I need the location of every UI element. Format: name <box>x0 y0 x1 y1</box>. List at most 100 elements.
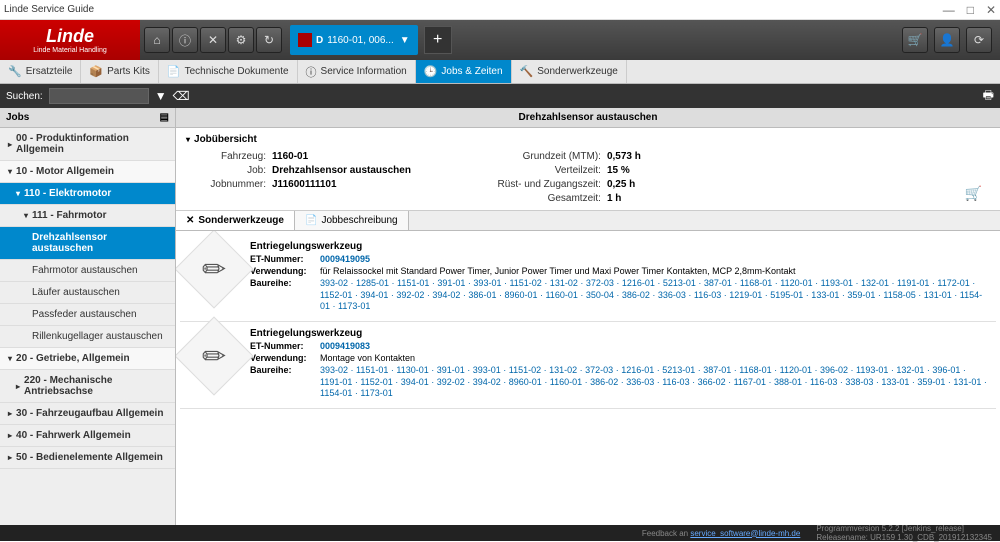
tree-item[interactable]: Passfeder austauschen <box>0 304 175 326</box>
tool-name: Entriegelungswerkzeug <box>250 241 990 252</box>
content-title: Drehzahlsensor austauschen <box>176 108 1000 128</box>
clear-icon[interactable]: ⌫ <box>173 89 190 103</box>
overview-row: Fahrzeug:1160-01 <box>186 151 411 162</box>
tool-name: Entriegelungswerkzeug <box>250 328 990 339</box>
et-number[interactable]: 0009419095 <box>320 254 990 264</box>
job-tree: ▸00 - Produktinformation Allgemein▾10 - … <box>0 128 175 469</box>
tools-list: ✎ Entriegelungswerkzeug ET-Nummer:000941… <box>176 231 1000 525</box>
overview-row: Verteilzeit:15 % <box>471 165 641 176</box>
tree-item[interactable]: ▸40 - Fahrwerk Allgemein <box>0 425 175 447</box>
info-icon: ⓘ <box>306 64 317 80</box>
clock-icon: 🕒 <box>424 65 438 78</box>
sidebar-header: Jobs ▤ <box>0 108 175 128</box>
overview-right: Grundzeit (MTM):0,573 h Verteilzeit:15 % R… <box>471 151 641 204</box>
settings-icon[interactable]: ⚙ <box>228 27 254 53</box>
tab-partskits[interactable]: 📦Parts Kits <box>81 60 159 83</box>
expand-icon: ▸ <box>8 431 12 440</box>
statusbar: Feedback an service_software@linde-mh.de… <box>0 525 1000 541</box>
home-icon[interactable]: ⌂ <box>144 27 170 53</box>
window-title: Linde Service Guide <box>4 4 94 15</box>
tab-docs[interactable]: 📄Technische Dokumente <box>159 60 298 83</box>
overview-row: Rüst- und Zugangszeit:0,25 h <box>471 179 641 190</box>
expand-icon: ▸ <box>8 453 12 462</box>
tool-icon: ✕ <box>186 215 194 226</box>
tool-item: ✎ Entriegelungswerkzeug ET-Nummer:000941… <box>180 235 996 322</box>
tree-item[interactable]: ▸220 - Mechanische Antriebsachse <box>0 370 175 403</box>
doc-icon: 📄 <box>305 215 317 226</box>
expand-icon: ▸ <box>16 382 20 391</box>
refresh-icon[interactable]: ↻ <box>256 27 282 53</box>
tree-item[interactable]: ▾111 - Fahrmotor <box>0 205 175 227</box>
header-right: 🛒 👤 ⟳ <box>902 27 1000 53</box>
subtab-description[interactable]: 📄Jobbeschreibung <box>295 211 409 230</box>
tool-icon: 🔨 <box>520 65 534 78</box>
tool-item: ✎ Entriegelungswerkzeug ET-Nummer:000941… <box>180 322 996 409</box>
chevron-down-icon: ▼ <box>400 35 410 46</box>
tab-specialtools[interactable]: 🔨Sonderwerkzeuge <box>512 60 627 83</box>
overview-header[interactable]: ▾Jobübersicht <box>186 134 990 145</box>
tree-item[interactable]: Läufer austauschen <box>0 282 175 304</box>
tab-jobs[interactable]: 🕒Jobs & Zeiten <box>416 60 512 83</box>
print-icon[interactable]: 🖶 <box>983 86 994 107</box>
tool-image: ✎ <box>176 316 254 395</box>
tree-item[interactable]: Drehzahlsensor austauschen <box>0 227 175 260</box>
close-icon[interactable]: ✕ <box>986 3 996 17</box>
module-tabs: 🔧Ersatzteile 📦Parts Kits 📄Technische Dok… <box>0 60 1000 84</box>
window-controls: — □ ✕ <box>943 3 996 17</box>
tab-ersatzteile[interactable]: 🔧Ersatzteile <box>0 60 81 83</box>
collapse-icon[interactable]: ▤ <box>160 112 169 123</box>
brand-logo: Linde Linde Material Handling <box>0 20 140 60</box>
series-list[interactable]: 393-02 · 1285-01 · 1151-01 · 391-01 · 39… <box>320 278 990 313</box>
sidebar: Jobs ▤ ▸00 - Produktinformation Allgemei… <box>0 108 176 525</box>
filter-icon[interactable]: ▼ <box>155 89 167 103</box>
overview-row: Jobnummer:J11600111101 <box>186 179 411 190</box>
feedback-link[interactable]: service_software@linde-mh.de <box>690 529 800 538</box>
job-overview: ▾Jobübersicht Fahrzeug:1160-01 Job:Drehza… <box>176 128 1000 211</box>
overview-row: Job:Drehzahlsensor austauschen <box>186 165 411 176</box>
add-to-cart-icon[interactable]: 🛒 <box>965 185 982 202</box>
et-number[interactable]: 0009419083 <box>320 341 990 351</box>
tree-item[interactable]: ▸00 - Produktinformation Allgemein <box>0 128 175 161</box>
add-tab-button[interactable]: + <box>424 26 452 54</box>
content-subtabs: ✕Sonderwerkzeuge 📄Jobbeschreibung <box>176 211 1000 231</box>
kits-icon: 📦 <box>89 65 103 78</box>
overview-row: Gesamtzeit:1 h <box>471 193 641 204</box>
vehicle-type-icon <box>298 33 312 47</box>
tree-item[interactable]: ▸50 - Bedienelemente Allgemein <box>0 447 175 469</box>
subtab-specialtools[interactable]: ✕Sonderwerkzeuge <box>176 211 295 230</box>
tree-item[interactable]: ▸30 - Fahrzeugaufbau Allgemein <box>0 403 175 425</box>
window-titlebar: Linde Service Guide — □ ✕ <box>0 0 1000 20</box>
expand-icon: ▾ <box>24 211 28 220</box>
parts-icon: 🔧 <box>8 65 22 78</box>
expand-icon: ▸ <box>8 409 12 418</box>
series-list[interactable]: 393-02 · 1151-01 · 1130-01 · 391-01 · 39… <box>320 365 990 400</box>
expand-icon: ▾ <box>16 189 20 198</box>
expand-icon: ▸ <box>8 140 12 149</box>
expand-icon: ▾ <box>8 354 12 363</box>
cart-icon[interactable]: 🛒 <box>902 27 928 53</box>
vehicle-tab[interactable]: D 1160-01, 006... ▼ <box>290 25 418 55</box>
search-input[interactable] <box>49 88 149 104</box>
sync-icon[interactable]: ⟳ <box>966 27 992 53</box>
maximize-icon[interactable]: □ <box>967 3 974 17</box>
header-toolbar: ⌂ ⓘ ✕ ⚙ ↻ <box>144 27 282 53</box>
tree-item[interactable]: ▾20 - Getriebe, Allgemein <box>0 348 175 370</box>
tree-item[interactable]: ▾110 - Elektromotor <box>0 183 175 205</box>
overview-left: Fahrzeug:1160-01 Job:Drehzahlsensor austa… <box>186 151 411 204</box>
app-header: Linde Linde Material Handling ⌂ ⓘ ✕ ⚙ ↻ … <box>0 20 1000 60</box>
tools-icon[interactable]: ✕ <box>200 27 226 53</box>
content-panel: Drehzahlsensor austauschen ▾Jobübersicht… <box>176 108 1000 525</box>
info-icon[interactable]: ⓘ <box>172 27 198 53</box>
tab-serviceinfo[interactable]: ⓘService Information <box>298 60 416 83</box>
tree-item[interactable]: Fahrmotor austauschen <box>0 260 175 282</box>
chevron-down-icon: ▾ <box>186 135 190 144</box>
expand-icon: ▾ <box>8 167 12 176</box>
tool-image: ✎ <box>176 231 254 309</box>
user-icon[interactable]: 👤 <box>934 27 960 53</box>
minimize-icon[interactable]: — <box>943 3 955 17</box>
overview-row: Grundzeit (MTM):0,573 h <box>471 151 641 162</box>
tree-item[interactable]: Rillenkugellager austauschen <box>0 326 175 348</box>
tree-item[interactable]: ▾10 - Motor Allgemein <box>0 161 175 183</box>
docs-icon: 📄 <box>167 65 181 78</box>
main-area: Jobs ▤ ▸00 - Produktinformation Allgemei… <box>0 108 1000 525</box>
